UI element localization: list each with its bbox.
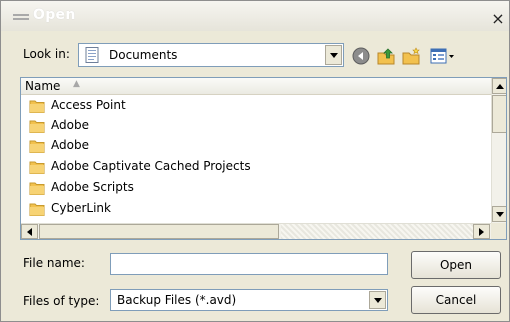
cancel-button[interactable]: Cancel <box>411 286 501 314</box>
list-item-label: Access Point <box>51 98 126 112</box>
horizontal-scroll-thumb[interactable] <box>39 224 279 239</box>
lookin-dropdown[interactable]: Documents <box>78 43 344 67</box>
lookin-value: Documents <box>109 48 178 62</box>
list-item-label: CyberLink <box>51 201 111 215</box>
scroll-down-button[interactable] <box>492 206 506 222</box>
chevron-down-icon <box>495 211 504 217</box>
open-button[interactable]: Open <box>411 251 501 279</box>
lookin-label: Look in: <box>23 47 70 61</box>
vertical-scroll-thumb[interactable] <box>492 95 506 133</box>
back-icon[interactable] <box>351 46 371 66</box>
folder-icon <box>29 120 45 133</box>
chevron-right-icon <box>479 227 484 236</box>
horizontal-scrollbar[interactable] <box>21 223 491 239</box>
window-grip-icon <box>13 14 29 20</box>
documents-icon <box>85 47 99 63</box>
filetype-label: Files of type: <box>23 294 100 308</box>
folder-icon <box>29 140 45 153</box>
up-folder-icon[interactable] <box>376 46 396 66</box>
close-button[interactable]: × <box>489 10 507 28</box>
chevron-up-icon <box>495 83 504 89</box>
folder-icon <box>29 100 45 113</box>
chevron-down-icon <box>373 297 382 303</box>
dialog-title: Open <box>33 7 76 23</box>
scroll-left-button[interactable] <box>21 224 38 239</box>
title-bar[interactable]: Open × <box>1 1 509 31</box>
filetype-dropdown[interactable]: Backup Files (*.avd) <box>110 289 388 311</box>
scrollbar-corner <box>491 223 506 239</box>
filetype-dropdown-button[interactable] <box>369 291 386 309</box>
chevron-down-icon <box>329 52 338 58</box>
horizontal-scroll-track[interactable] <box>281 224 473 239</box>
new-folder-icon[interactable] <box>401 46 421 66</box>
list-item-label: Adobe <box>51 118 89 132</box>
file-list[interactable]: Name ▲ Access Point Adobe Adobe Adobe Ca… <box>20 77 507 240</box>
folder-icon <box>29 203 45 216</box>
filename-label: File name: <box>23 256 85 270</box>
scroll-up-button[interactable] <box>492 78 506 94</box>
column-name-label: Name <box>25 79 61 93</box>
list-item-label: Adobe Captivate Cached Projects <box>51 159 251 173</box>
sort-ascending-icon: ▲ <box>73 79 80 89</box>
folder-icon <box>29 182 45 195</box>
vertical-scrollbar[interactable] <box>491 78 506 223</box>
column-header-name[interactable]: Name ▲ <box>21 78 491 95</box>
scroll-right-button[interactable] <box>473 224 490 239</box>
list-item-label: Adobe <box>51 138 89 152</box>
list-item-label: Adobe Scripts <box>51 180 134 194</box>
lookin-dropdown-button[interactable] <box>325 45 342 65</box>
chevron-left-icon <box>27 227 32 236</box>
folder-icon <box>29 161 45 174</box>
open-dialog: Open × Look in: Documents Name ▲ Access … <box>0 0 510 322</box>
filename-input[interactable] <box>110 253 388 275</box>
view-menu-icon[interactable] <box>429 46 455 66</box>
filetype-value: Backup Files (*.avd) <box>117 293 237 307</box>
